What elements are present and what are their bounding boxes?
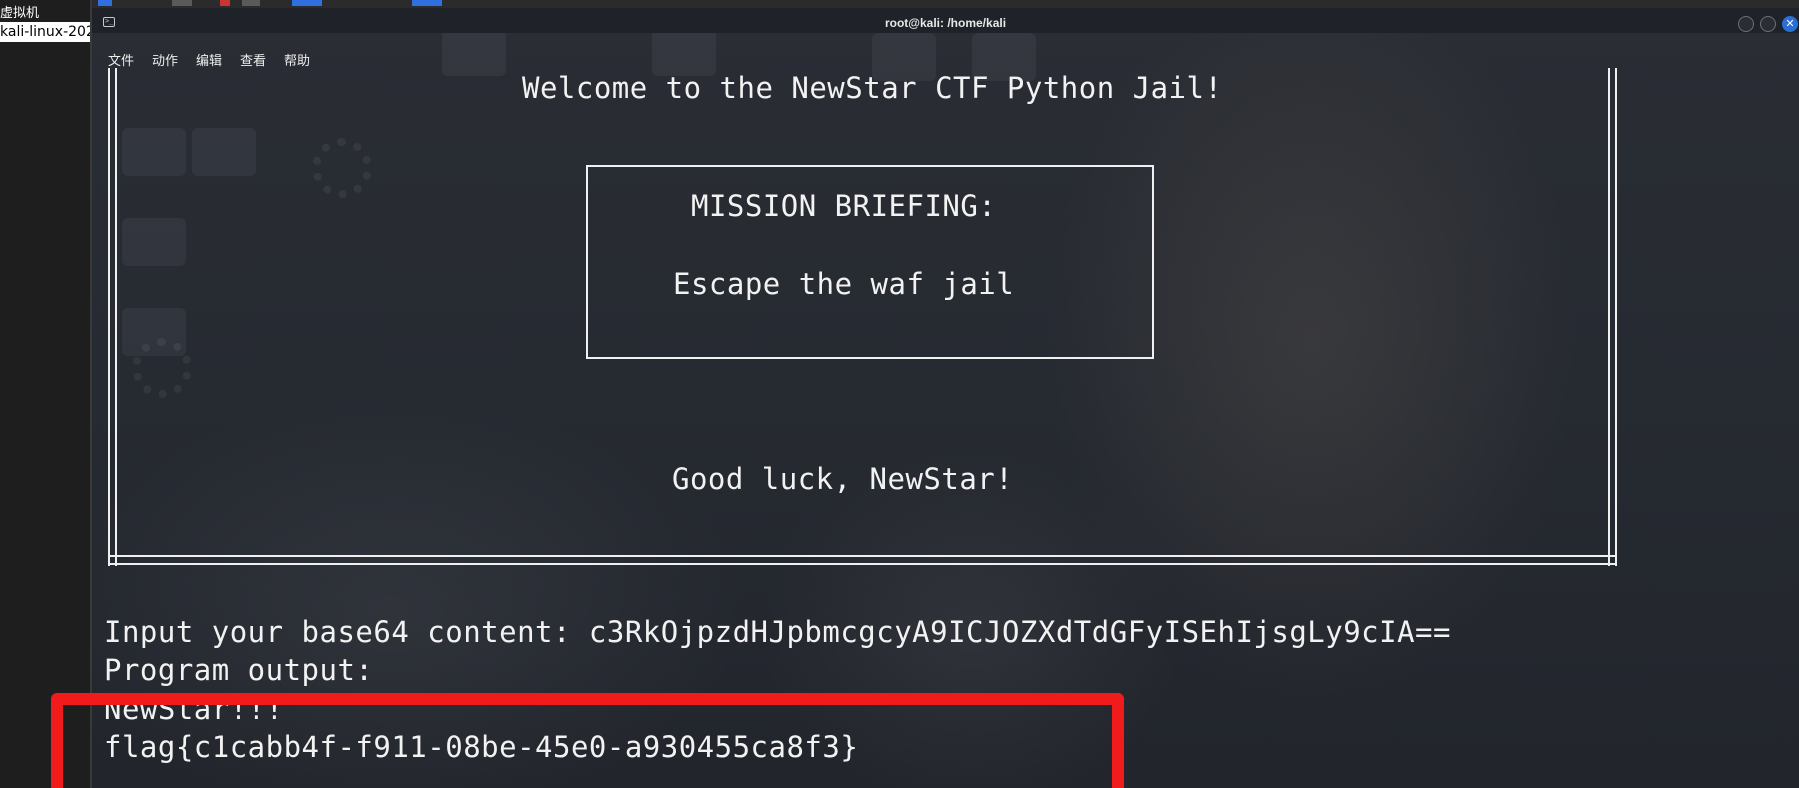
taskbar-item[interactable] [242,0,260,6]
menu-file[interactable]: 文件 [108,50,134,69]
taskbar-item[interactable] [292,0,322,6]
banner-border-bottom [108,555,1615,565]
title-bar[interactable]: >_ root@kali: /home/kali ✕ [92,8,1799,33]
screen: 虚拟机 kali-linux-2025.2 >_ root@kali: /hom… [0,0,1799,788]
red-annotation-box [51,693,1124,788]
welcome-text: Welcome to the NewStar CTF Python Jail! [522,71,1223,105]
banner-border-right [1608,68,1617,566]
close-button[interactable]: ✕ [1782,16,1798,32]
maximize-button[interactable] [1760,16,1776,32]
host-vm-tab[interactable]: kali-linux-2025.2 [0,22,90,42]
good-luck-text: Good luck, NewStar! [672,462,1014,496]
menu-view[interactable]: 查看 [240,50,266,69]
desktop-ghost-icon [122,128,186,176]
terminal-window: >_ root@kali: /home/kali ✕ 文件 动作 编辑 查看 帮… [92,8,1799,788]
menu-help[interactable]: 帮助 [284,50,310,69]
taskbar-item[interactable] [98,0,112,6]
input-prompt-line: Input your base64 content: c3RkOjpzdHJpb… [104,615,1451,649]
menu-edit[interactable]: 编辑 [196,50,222,69]
menu-actions[interactable]: 动作 [152,50,178,69]
menu-bar: 文件 动作 编辑 查看 帮助 [92,33,1799,69]
window-title: root@kali: /home/kali [884,16,1007,30]
briefing-text: Escape the waf jail [673,267,1015,301]
taskbar-item[interactable] [412,0,442,6]
briefing-title: MISSION BRIEFING: [691,189,997,223]
taskbar-item[interactable] [220,0,230,6]
desktop-ghost-gear-icon [312,138,372,198]
taskbar-item[interactable] [172,0,192,6]
program-output-label: Program output: [104,653,374,687]
desktop-ghost-icon [122,218,186,266]
host-sidebar: 虚拟机 kali-linux-2025.2 [0,0,92,788]
host-taskbar [92,0,1799,8]
banner-border-left [108,68,117,566]
host-vm-label: 虚拟机 [0,6,40,21]
desktop-ghost-icon [192,128,256,176]
minimize-button[interactable] [1738,16,1754,32]
desktop-ghost-gear-icon [132,338,192,398]
